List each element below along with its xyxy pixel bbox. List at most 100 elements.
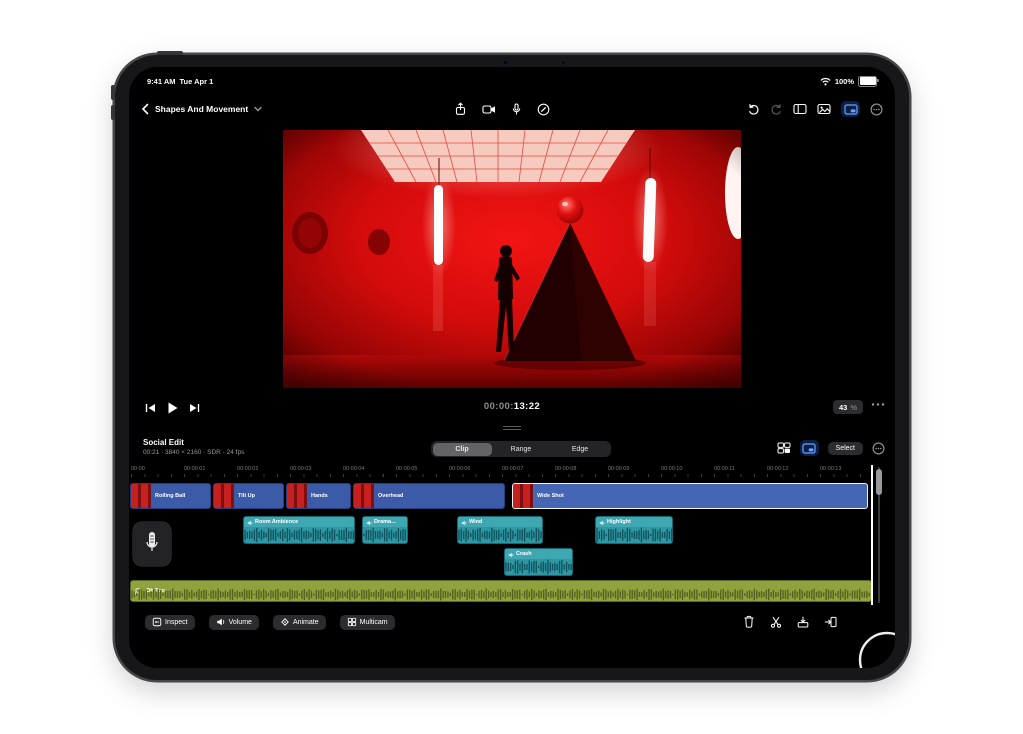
transport-more-icon[interactable] xyxy=(871,402,885,407)
ruler-label: 00:00:13 xyxy=(820,466,841,472)
clip-thumbnail xyxy=(513,484,533,508)
button-label: Multicam xyxy=(360,619,388,626)
playhead[interactable] xyxy=(871,465,873,605)
ruler-label: 00:00:04 xyxy=(343,466,364,472)
audio-clip-wind[interactable]: Wind xyxy=(457,516,543,544)
clip-label: Room Ambience xyxy=(255,519,298,525)
ipad-device: 9:41 AM Tue Apr 1 100% Shapes And Moveme… xyxy=(115,55,909,680)
button-label: Inspect xyxy=(165,619,188,626)
clip-label: Rolling Ball xyxy=(155,493,185,499)
browser-icon[interactable] xyxy=(793,103,807,115)
clip-label: Tilt Up xyxy=(238,493,255,499)
video-clip-overhead[interactable]: Overhead xyxy=(353,483,505,509)
clip-label: Hands xyxy=(311,493,328,499)
video-clip-tilt-up[interactable]: Tilt Up xyxy=(213,483,284,509)
front-camera xyxy=(503,60,508,65)
clip-label: Crash xyxy=(516,551,532,557)
timeline-project-info: Social Edit 00:21 · 3840 × 2160 · SDR · … xyxy=(143,438,244,456)
ruler-label: 00:00:10 xyxy=(661,466,682,472)
button-label: Volume xyxy=(229,619,252,626)
audio-waveform xyxy=(505,559,572,575)
video-clip-rolling-ball[interactable]: Rolling Ball xyxy=(130,483,211,509)
clip-thumbnail xyxy=(131,484,151,508)
battery-percent: 100% xyxy=(835,77,854,86)
power-button xyxy=(157,51,183,55)
music-clip-oh-too[interactable]: Oh Too xyxy=(130,580,872,602)
clip-label: Wide Shot xyxy=(537,493,564,499)
video-viewer[interactable] xyxy=(283,130,741,388)
clip-appearance-icon[interactable] xyxy=(777,442,791,454)
bottom-toolbar: Inspect Volume Animate Multicam xyxy=(129,613,895,635)
transport-bar: 00:00:13:22 43% xyxy=(129,398,895,418)
multicam-button[interactable]: Multicam xyxy=(340,615,395,630)
audio-meter-tile[interactable] xyxy=(133,522,171,566)
jog-wheel[interactable] xyxy=(849,622,895,668)
play-icon[interactable] xyxy=(167,402,178,414)
animate-button[interactable]: Animate xyxy=(273,615,326,630)
audio-waveform xyxy=(596,527,672,543)
viewer-options-icon[interactable] xyxy=(841,101,860,117)
audio-meter-icon xyxy=(145,530,159,559)
volume-up-button xyxy=(111,85,115,100)
timeline-tracks[interactable]: Rolling Ball Tilt Up Hands Overhead Wide Sho… xyxy=(129,477,873,607)
clip-label: Highlight xyxy=(607,519,631,525)
ruler-label: 00:00:09 xyxy=(608,466,629,472)
music-waveform xyxy=(131,588,871,601)
audio-clip-room-ambience[interactable]: Room Ambience xyxy=(243,516,355,544)
mode-range[interactable]: Range xyxy=(492,443,551,456)
ruler-label: 00:00:02 xyxy=(237,466,258,472)
next-frame-icon[interactable] xyxy=(189,403,200,413)
trash-icon[interactable] xyxy=(743,615,755,628)
ruler-label: 00:00 xyxy=(131,466,145,472)
timecode[interactable]: 00:00:13:22 xyxy=(484,401,540,412)
timeline-ruler[interactable]: 00:0000:00:0100:00:0200:00:0300:00:0400:… xyxy=(129,465,873,477)
camera-sensor xyxy=(561,60,566,65)
ruler-label: 00:00:08 xyxy=(555,466,576,472)
volume-button[interactable]: Volume xyxy=(209,615,259,630)
undo-icon[interactable] xyxy=(747,103,760,115)
ruler-label: 00:00:05 xyxy=(396,466,417,472)
mode-segmented-control[interactable]: ClipRangeEdge xyxy=(431,441,611,457)
viewer-scene xyxy=(283,130,741,388)
pencil-icon[interactable] xyxy=(537,103,550,116)
audio-waveform xyxy=(458,527,542,543)
wifi-icon xyxy=(820,77,831,86)
timeline-more-icon[interactable] xyxy=(872,442,885,455)
slider-thumb[interactable] xyxy=(876,469,882,495)
timeline-project-name: Social Edit xyxy=(143,438,244,447)
inspect-button[interactable]: Inspect xyxy=(145,615,195,630)
audio-clip-highlight[interactable]: Highlight xyxy=(595,516,673,544)
battery-icon xyxy=(858,76,877,87)
mode-clip[interactable]: Clip xyxy=(433,443,492,456)
more-icon[interactable] xyxy=(870,103,883,116)
video-clip-hands[interactable]: Hands xyxy=(286,483,351,509)
insert-clip-icon[interactable] xyxy=(797,616,809,628)
zoom-level[interactable]: 43% xyxy=(833,400,863,414)
video-clip-wide-shot[interactable]: Wide Shot xyxy=(512,483,868,509)
multicam-icon xyxy=(347,617,357,629)
mode-edge[interactable]: Edge xyxy=(551,443,610,456)
clip-height-slider[interactable] xyxy=(876,467,882,603)
volume-down-button xyxy=(111,105,115,120)
inspect-icon xyxy=(152,617,162,629)
chevron-down-icon[interactable] xyxy=(254,106,262,112)
tool-buttons: Inspect Volume Animate Multicam xyxy=(145,615,395,630)
panel-drag-handle[interactable] xyxy=(503,424,521,432)
photos-icon[interactable] xyxy=(817,103,831,115)
previous-frame-icon[interactable] xyxy=(145,403,156,413)
select-button[interactable]: Select xyxy=(828,442,863,455)
microphone-icon[interactable] xyxy=(511,103,522,116)
audio-clip-drama[interactable]: Drama… xyxy=(362,516,408,544)
audio-waveform xyxy=(363,527,407,543)
audio-waveform xyxy=(244,527,354,543)
append-clip-icon[interactable] xyxy=(824,616,837,628)
share-icon[interactable] xyxy=(454,102,467,116)
clip-label: Wind xyxy=(469,519,482,525)
timeline-overlay-icon[interactable] xyxy=(800,440,819,456)
button-label: Animate xyxy=(293,619,319,626)
audio-clip-crash[interactable]: Crash xyxy=(504,548,573,576)
camera-icon[interactable] xyxy=(482,104,496,115)
project-title[interactable]: Shapes And Movement xyxy=(155,104,248,114)
blade-icon[interactable] xyxy=(770,616,782,628)
back-chevron-icon[interactable] xyxy=(141,103,149,115)
